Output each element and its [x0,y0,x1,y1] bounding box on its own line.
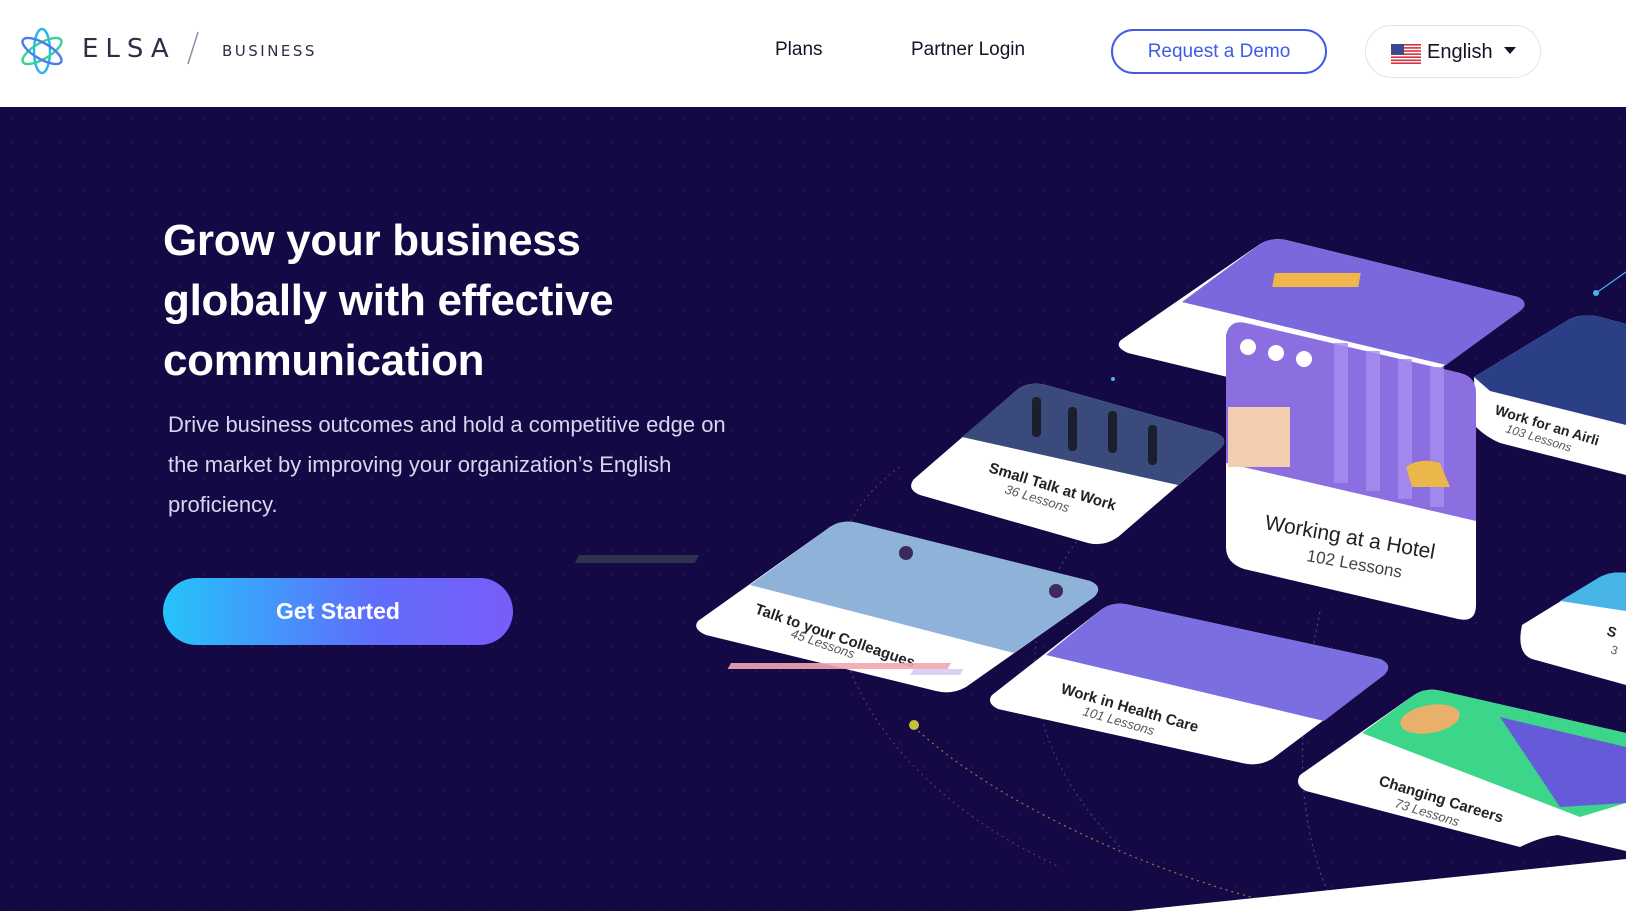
course-card-changing-careers: Changing Careers 73 Lessons [1298,689,1626,851]
language-label: English [1427,41,1493,63]
request-demo-button[interactable]: Request a Demo [1111,29,1327,74]
card-desk-shape [1228,407,1290,467]
course-card-small-talk: Small Talk at Work 36 Lessons [911,383,1225,545]
brand-name[interactable]: ELSA [82,34,176,64]
course-card-airline: Work for an Airli 103 Lessons [1474,315,1626,475]
card-stripe-shape [727,663,951,669]
card-desk-shape [574,555,700,563]
hero-title: Grow your business globally with effecti… [163,216,614,385]
elsa-logo-icon[interactable] [16,25,68,77]
course-card-partial: S 3 [1520,572,1626,685]
nav-plans-link[interactable]: Plans [775,39,823,61]
language-selector[interactable]: English [1365,25,1541,78]
card-person-shape [899,546,913,560]
orbit-line-accent [1595,271,1626,294]
nav-partner-login-link[interactable]: Partner Login [911,39,1025,61]
site-header: ELSA BUSINESS Plans Partner Login Reques… [0,0,1626,107]
card-person-shape [1049,584,1063,598]
us-flag-icon [1391,44,1421,64]
orbit-dot [909,720,919,730]
orbit-dot [1111,377,1115,381]
brand-subtitle: BUSINESS [222,42,317,60]
section-divider-shape [1130,859,1626,911]
clock-icon [1296,351,1312,367]
card-desk-shape [910,669,964,675]
hero-subtitle: Drive business outcomes and hold a compe… [168,412,726,517]
card-illustration-shape [1272,273,1361,287]
get-started-button[interactable]: Get Started [163,578,513,645]
chevron-down-icon [1504,47,1516,54]
brand-divider [187,31,199,65]
hero-section: Work for an Airli 103 Lessons Small Talk… [0,107,1626,911]
clock-icon [1240,339,1256,355]
clock-icon [1268,345,1284,361]
